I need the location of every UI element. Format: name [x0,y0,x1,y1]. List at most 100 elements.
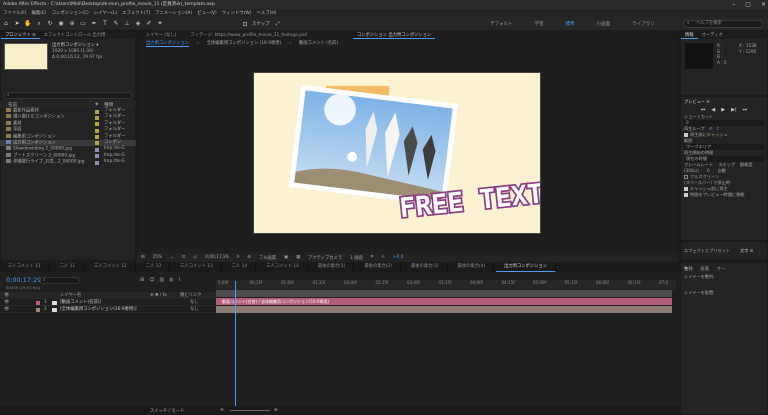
rotate-tool-icon[interactable]: ↻ [47,20,53,28]
breadcrumb-output[interactable]: 出力用コンポジション [146,40,189,47]
layer-row[interactable]: 👁 2 [全体編集用コンポジション(16:9専用)] なし [0,306,216,313]
stamp-tool-icon[interactable]: ⊥ [124,20,130,28]
column-type[interactable]: 種類 [104,102,113,108]
first-frame-icon[interactable]: ⏮ [701,107,706,113]
tab-paragraph[interactable]: 段落 [700,265,708,273]
layer-bar-1[interactable]: 動画コメント(名前) / 全体編集用コンポジション(16:9専用) [216,298,672,305]
workspace-default[interactable]: デフォルト [490,21,513,27]
snap-options-icon[interactable]: ⤢ [275,20,281,28]
tab-footage[interactable]: フッテージ: https://www_profile_movie_11_foot… [186,32,311,39]
previous-frame-icon[interactable]: ◀ [711,107,715,113]
column-parent[interactable]: 親とリンク [180,292,201,299]
zoom-out-icon[interactable]: ⊖ [220,408,224,413]
option2-checkbox[interactable] [684,193,688,197]
menu-help[interactable]: ヘルプ(H) [256,10,276,16]
tab-effect-controls[interactable]: エフェクトコントロール 出力用 [40,32,110,39]
tab-audio[interactable]: オーディオ [698,32,727,39]
timeline-tab[interactable]: 三人コメント 14 [258,262,308,272]
project-search-input[interactable]: ⌕ [4,92,132,99]
selection-tool-icon[interactable]: ➤ [14,20,20,28]
project-item[interactable]: 沖縄旅行ライブ_お気...2_00000.jpg Imp.rte-G [0,159,136,165]
zoom-select[interactable]: 25% [153,255,163,260]
work-area-bar[interactable] [216,290,672,297]
zoom-slider[interactable] [230,410,270,411]
frame-blending-icon[interactable]: ▥ [159,277,164,283]
timeline-tab[interactable]: 最後の集合(3) [403,262,448,272]
layer-parent-select[interactable]: なし [190,306,199,313]
tab-audio-short[interactable]: オー [717,265,725,273]
tab-effects-presets[interactable]: エフェクトとプリセット [684,248,730,254]
cache-checkbox[interactable] [684,133,688,137]
fullscreen-checkbox[interactable] [684,175,688,179]
workspace-learn[interactable]: 学習 [535,21,544,27]
option1-checkbox[interactable] [684,187,688,191]
column-name[interactable]: 名前 [8,102,17,108]
puppet-tool-icon[interactable]: ✦ [157,20,163,28]
zoom-in-icon[interactable]: ⊕ [274,408,278,413]
timeline-tab[interactable]: 二人 13 [138,262,171,272]
tab-info[interactable]: 情報 [681,32,698,39]
camera-select[interactable]: アクティブカメラ [308,255,342,261]
brush-tool-icon[interactable]: ✎ [113,20,119,28]
viewer-timecode[interactable]: 0;00;17;29 [205,255,228,260]
last-frame-icon[interactable]: ⏭ [743,107,748,113]
snapshot-icon[interactable]: ◎ [193,255,197,260]
composition-canvas[interactable]: FREE TEXT [253,72,541,234]
layer-bar-2[interactable] [216,306,672,313]
minimize-button[interactable]: – [732,1,735,8]
zoom-tool-icon[interactable]: ⌕ [36,20,42,28]
visibility-icon[interactable]: 👁 [4,306,9,313]
tab-character[interactable]: 文字 ≡ [740,248,753,254]
menu-view[interactable]: ビュー(V) [197,10,217,16]
workspace-small-screen[interactable]: 小画面 [597,21,611,27]
time-ruler[interactable]: 0;00f 00;15f 01;00f 01;15f 02;00f 02;15f 03;00… [216,280,676,290]
exposure-icon[interactable]: ☼ [381,255,385,260]
timeline-tab[interactable]: 三人コメント 13 [172,262,222,272]
hand-tool-icon[interactable]: ✋ [24,20,31,28]
home-icon[interactable]: ⌂ [3,20,9,28]
menu-effect[interactable]: エフェクト(T) [122,10,150,16]
help-search-input[interactable]: ⌕ ヘルプを検索 [683,20,763,28]
show-channel-icon[interactable]: ⊛ [247,255,251,260]
switches-modes-toggle[interactable]: スイッチ / モード [150,408,184,414]
eraser-tool-icon[interactable]: ◈ [135,20,141,28]
timeline-tab[interactable]: 出力用コンポジション [496,262,557,272]
rectangle-tool-icon[interactable]: ▭ [80,20,86,28]
column-layer-name[interactable]: レイヤー名 [60,292,81,299]
workspace-standard[interactable]: 標準 [566,21,575,27]
timeline-timecode[interactable]: 0;00;17;29 [6,276,42,284]
timeline-tab[interactable]: 三人コメント 11 [0,262,50,272]
menu-window[interactable]: ウィンドウ(W) [222,10,252,16]
graph-editor-icon[interactable]: ⌇ [179,277,181,283]
timeline-tab[interactable]: 最後の集合(1) [310,262,355,272]
toggle-pixel-icon[interactable]: ⌗ [371,255,373,260]
next-frame-icon[interactable]: ▶| [731,107,737,113]
view-layout-select[interactable]: 1 画面 [350,255,363,261]
play-icon[interactable]: ▶ [721,107,725,113]
tab-align[interactable]: 整列 [684,265,692,273]
timeline-tab[interactable]: 最後の集合(4) [450,262,495,272]
breadcrumb-full-edit[interactable]: 全体編集用コンポジション (16:9専用) [207,40,282,46]
pen-tool-icon[interactable]: ✒ [91,20,97,28]
menu-edit[interactable]: 編集(E) [32,10,47,16]
tab-project[interactable]: プロジェクト ≡ [1,32,40,39]
exposure-value[interactable]: +0.0 [393,255,403,260]
snap-checkbox[interactable] [243,21,247,26]
timeline-tab[interactable]: 二人 11 [52,262,85,272]
roto-brush-icon[interactable]: ✐ [146,20,152,28]
workspace-libraries[interactable]: ライブラリ [632,21,655,27]
grid-icon[interactable]: ⊡ [182,255,186,260]
menu-file[interactable]: ファイル(F) [3,10,27,16]
always-preview-icon[interactable]: ⊞ [141,255,145,260]
timeline-tab[interactable]: 三人コメント 12 [86,262,136,272]
pan-tool-icon[interactable]: ⊕ [69,20,75,28]
close-button[interactable]: ✕ [761,1,766,8]
resolution-select[interactable]: フル画質 [259,255,276,261]
comp-flowchart-icon[interactable]: ⊞ [140,277,144,283]
tab-composition[interactable]: コンポジション 出力用コンポジション [352,32,436,39]
layer-parent-select[interactable]: なし [190,299,199,306]
transparency-grid-icon[interactable]: ▦ [296,255,300,260]
menu-layer[interactable]: レイヤー(L) [94,10,117,16]
tab-layer[interactable]: レイヤー (なし) [142,32,180,39]
timeline-tab[interactable]: 最後の集合(2) [356,262,401,272]
